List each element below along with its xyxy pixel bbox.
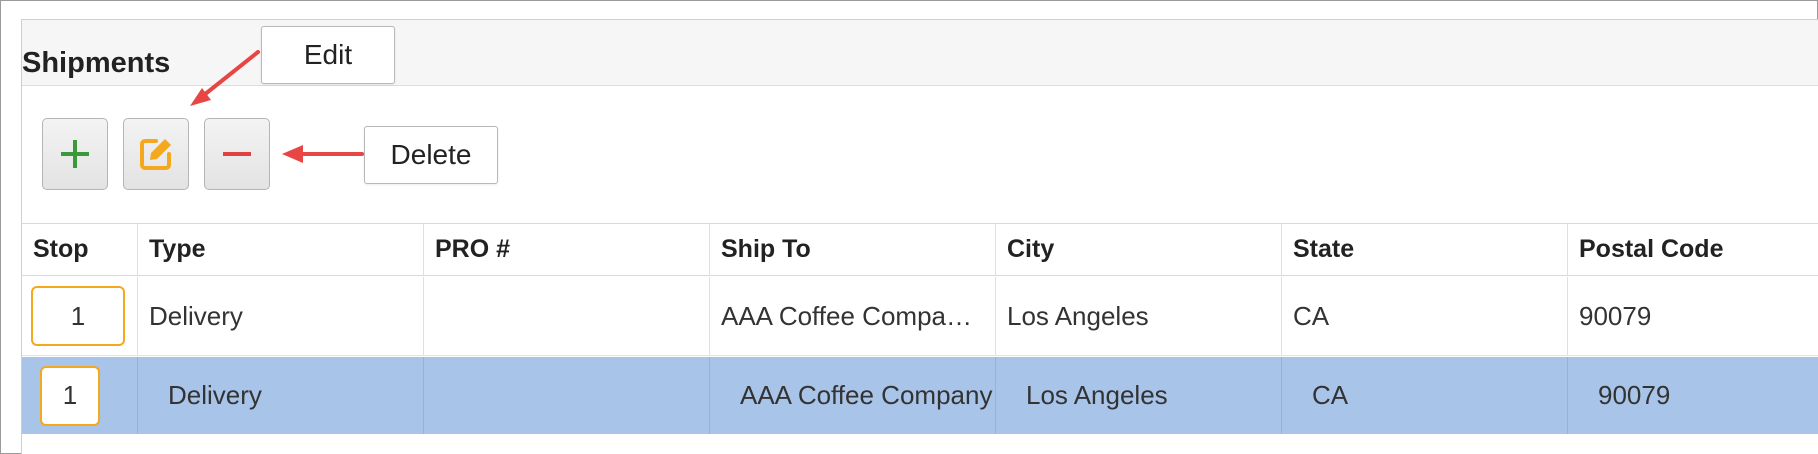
city-cell: Los Angeles xyxy=(996,357,1282,434)
column-header-postal-code[interactable]: Postal Code xyxy=(1568,224,1818,275)
type-cell: Delivery xyxy=(138,357,424,434)
edit-icon xyxy=(140,139,171,170)
city-cell: Los Angeles xyxy=(996,277,1282,355)
table-row-selected[interactable]: 1 Delivery AAA Coffee Company Los Angele… xyxy=(22,357,1818,434)
table-row[interactable]: 1 Delivery AAA Coffee Compa… Los Angeles… xyxy=(22,277,1818,356)
stop-cell: 1 xyxy=(22,277,138,355)
pro-cell xyxy=(424,277,710,355)
shipments-grid: Stop Type PRO # Ship To City State Posta… xyxy=(22,223,1818,434)
state-cell: CA xyxy=(1282,357,1568,434)
delete-button[interactable] xyxy=(204,118,270,190)
column-header-ship-to[interactable]: Ship To xyxy=(710,224,996,275)
plus-icon xyxy=(61,140,89,168)
column-header-stop[interactable]: Stop xyxy=(22,224,138,275)
column-header-city[interactable]: City xyxy=(996,224,1282,275)
postal-code-cell: 90079 xyxy=(1598,380,1671,410)
add-button[interactable] xyxy=(42,118,108,190)
minus-icon xyxy=(223,152,251,156)
stop-cell: 1 xyxy=(22,357,138,434)
ship-to-cell: AAA Coffee Company xyxy=(710,357,996,434)
edit-button[interactable] xyxy=(123,118,189,190)
postal-code-cell: 90079 xyxy=(1579,300,1652,331)
stop-input[interactable]: 1 xyxy=(31,286,125,346)
grid-header-row: Stop Type PRO # Ship To City State Posta… xyxy=(22,224,1818,276)
stop-input[interactable]: 1 xyxy=(40,365,100,426)
edit-callout: Edit xyxy=(261,26,395,84)
state-cell: CA xyxy=(1282,277,1568,355)
column-header-pro[interactable]: PRO # xyxy=(424,224,710,275)
column-header-state[interactable]: State xyxy=(1282,224,1568,275)
section-title: Shipments xyxy=(22,47,171,79)
type-cell: Delivery xyxy=(138,277,424,355)
ship-to-cell: AAA Coffee Compa… xyxy=(710,277,996,355)
delete-callout: Delete xyxy=(364,126,498,184)
column-header-type[interactable]: Type xyxy=(138,224,424,275)
pro-cell xyxy=(424,357,710,434)
